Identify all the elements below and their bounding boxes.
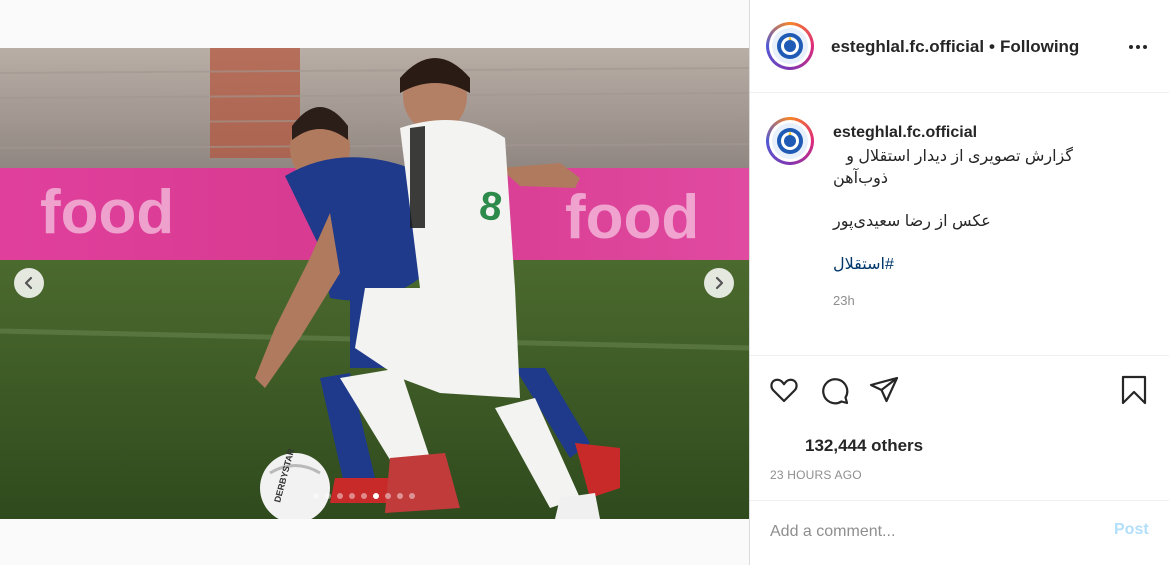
comment-icon: [822, 378, 849, 405]
chevron-right-icon: [715, 276, 724, 290]
carousel-dot: [313, 493, 319, 499]
media-pane: food food 8 DERBYSTAR: [0, 0, 749, 565]
carousel-dot: [349, 493, 355, 499]
post-side-panel: esteghlal.fc.official • Following estegh…: [749, 0, 1169, 565]
football-match-photo: food food 8 DERBYSTAR: [0, 48, 749, 519]
heart-icon: [770, 378, 798, 403]
esteghlal-logo-icon: [777, 33, 803, 59]
caption-line-2: ذوب‌آهن: [833, 170, 888, 187]
post-photo[interactable]: food food 8 DERBYSTAR: [0, 48, 749, 519]
caption-area: esteghlal.fc.official گزارش تصویری از دی…: [750, 93, 1169, 355]
svg-text:food: food: [40, 178, 174, 247]
carousel-indicator: [313, 493, 415, 499]
esteghlal-logo-icon: [777, 128, 803, 154]
caption-line-1: گزارش تصویری از دیدار استقلال و: [846, 148, 1073, 165]
svg-text:food: food: [565, 183, 699, 252]
following-button[interactable]: Following: [1000, 37, 1079, 56]
instagram-post: food food 8 DERBYSTAR esteghlal.fc.offic…: [0, 0, 1169, 565]
action-bar: [750, 355, 1169, 425]
comment-input[interactable]: [770, 521, 1090, 543]
carousel-dot: [325, 493, 331, 499]
carousel-prev-button[interactable]: [14, 268, 44, 298]
share-button[interactable]: [868, 374, 900, 406]
save-button[interactable]: [1118, 374, 1150, 406]
carousel-dot: [337, 493, 343, 499]
header-separator: •: [989, 37, 995, 56]
carousel-dot: [373, 493, 379, 499]
carousel-dot: [397, 493, 403, 499]
carousel-dot: [361, 493, 367, 499]
bookmark-icon: [1121, 375, 1147, 405]
avatar[interactable]: [766, 22, 814, 70]
caption-timestamp[interactable]: 23h: [833, 293, 855, 308]
carousel-dot: [385, 493, 391, 499]
comment-button[interactable]: [818, 374, 850, 406]
carousel-next-button[interactable]: [704, 268, 734, 298]
caption-username[interactable]: esteghlal.fc.official: [833, 124, 977, 142]
post-header: esteghlal.fc.official • Following: [750, 0, 1169, 93]
header-username-row: esteghlal.fc.official • Following: [831, 37, 1079, 57]
more-options-icon[interactable]: [1126, 37, 1150, 57]
carousel-dot: [409, 493, 415, 499]
likes-count[interactable]: 132,444 others: [805, 436, 923, 456]
header-username[interactable]: esteghlal.fc.official: [831, 37, 984, 56]
caption-photo-credit: عکس از رضا سعیدی‌پور: [833, 213, 991, 230]
share-icon: [869, 376, 899, 403]
comment-bar: Post: [750, 500, 1169, 565]
caption-hashtag[interactable]: #استقلال: [833, 254, 894, 276]
posted-time[interactable]: 23 HOURS AGO: [770, 468, 862, 482]
avatar[interactable]: [766, 117, 814, 165]
post-comment-button[interactable]: Post: [1114, 521, 1149, 539]
chevron-left-icon: [24, 276, 33, 290]
like-button[interactable]: [768, 374, 800, 406]
